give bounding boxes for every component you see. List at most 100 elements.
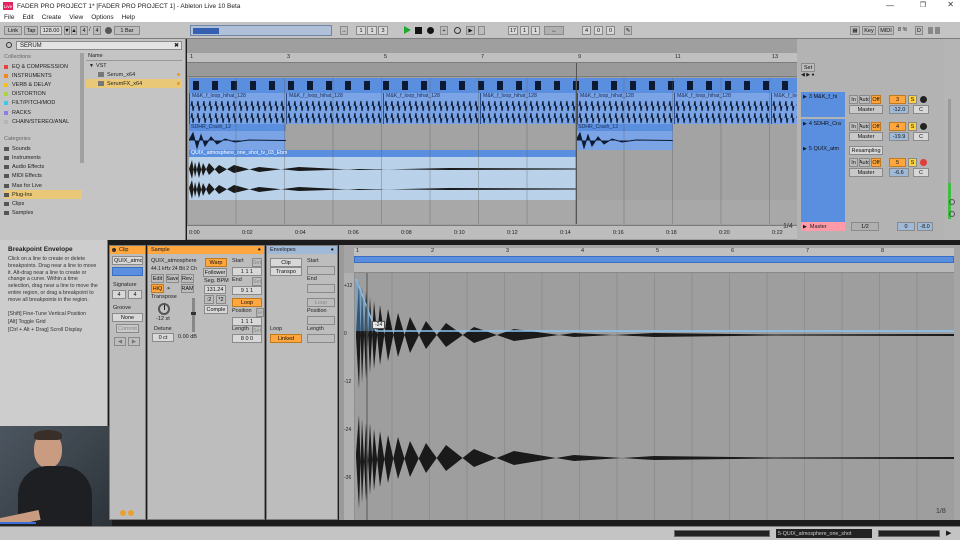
track-pan[interactable]: C (913, 132, 929, 141)
collection-item[interactable]: FILT/PITCH/MOD (4, 99, 82, 108)
track-output-select[interactable]: Master (849, 105, 883, 114)
punch-in-button[interactable] (478, 26, 485, 35)
quantize-menu[interactable]: 1 Bar (114, 26, 140, 35)
track-number-button[interactable]: 4 (889, 122, 906, 131)
track-output-select[interactable]: Master (849, 132, 883, 141)
track-title[interactable]: ▶ 4 SDHR_Cra (801, 119, 845, 144)
reverse-button[interactable]: Rev. (181, 274, 194, 283)
clip-sig-num[interactable]: 4 (112, 290, 126, 299)
env-close-icon[interactable]: ● (331, 246, 334, 254)
loop-length-bar[interactable]: 4 (582, 26, 591, 35)
scroll-icon[interactable] (949, 199, 955, 205)
restore-icon[interactable]: ❐ (920, 1, 926, 9)
loop-start-beat[interactable]: 1 (520, 26, 529, 35)
collection-item[interactable]: CHAIN/STEREO/ANAL (4, 117, 82, 126)
master-volume-2[interactable]: -8.0 (917, 222, 933, 231)
status-scroll[interactable] (878, 530, 940, 537)
master-name[interactable]: ▶ Master (801, 222, 845, 231)
status-track-name[interactable]: 5-QUIX_atmosphere_one_shot (776, 529, 872, 538)
metronome-icon[interactable] (105, 27, 112, 34)
groove-select[interactable]: None (112, 313, 143, 322)
link-button[interactable]: Link (4, 26, 22, 35)
end-field[interactable]: 9 1 1 (232, 286, 262, 295)
category-item[interactable]: Plug-Ins (4, 190, 82, 200)
position-field[interactable]: 1 1 1 (232, 317, 262, 326)
computer-midi-button[interactable]: ▦ (850, 26, 860, 35)
sig-denominator[interactable]: 4 (93, 26, 101, 35)
hihat-clip[interactable]: M&K_f_loop_hihat_128 (383, 93, 479, 124)
solo-button[interactable]: S (908, 122, 917, 131)
hihat-clip[interactable]: M&K_f_loop_hihat_128 (189, 93, 285, 124)
category-item[interactable]: Max for Live (4, 181, 82, 190)
set-button[interactable]: Set (801, 63, 815, 72)
gain-slider[interactable] (191, 298, 196, 332)
track-fold-icon[interactable]: ▶ (803, 146, 807, 152)
time-ruler[interactable]: 0:00 0:02 0:04 0:06 0:08 0:10 0:12 0:14 0:16 0:18… (187, 225, 797, 239)
half-tempo-button[interactable]: :2 (204, 295, 214, 304)
master-track[interactable]: ▶ Master 1/2 0 -8.0 (801, 222, 941, 231)
position-set-button[interactable]: Set (256, 308, 264, 317)
solo-button[interactable]: S (908, 95, 917, 104)
env-control-select[interactable]: Transpo (270, 267, 302, 276)
nudge-down-button[interactable]: ▼ (64, 26, 70, 35)
track-lane-hihat[interactable]: M&K_f_loop_hihat_128 M&K_f_loop_hihat_128… (187, 78, 797, 124)
loop-brace[interactable] (354, 256, 954, 263)
arm-icon[interactable] (920, 159, 927, 166)
hihat-clip[interactable]: M&K_f_loop_hihat_128 (577, 93, 673, 124)
minimize-icon[interactable]: — (886, 1, 894, 10)
bar-ruler[interactable]: 1 3 5 7 9 11 13 (187, 53, 797, 63)
category-item[interactable]: Audio Effects (4, 163, 82, 172)
loop-length-beat[interactable]: 0 (594, 26, 603, 35)
env-linked-button[interactable]: Linked (270, 334, 302, 343)
clip-name-field[interactable]: QUIX_atmos (112, 256, 143, 265)
search-input[interactable]: SERUM ✖ (16, 41, 182, 50)
category-item[interactable]: Instruments (4, 154, 82, 163)
collection-item[interactable]: EQ & COMPRESSION (4, 62, 82, 71)
tap-button[interactable]: Tap (24, 26, 38, 35)
track-fold-icon[interactable]: ▶ (803, 121, 807, 127)
start-field[interactable]: 1 1 1 (232, 267, 262, 276)
transpose-knob[interactable] (158, 303, 170, 315)
start-end-markers[interactable] (354, 263, 954, 273)
collection-item[interactable]: RACKS (4, 108, 82, 117)
follow-button[interactable]: → (340, 26, 348, 35)
monitor-auto-button[interactable]: Auto (859, 95, 870, 104)
monitor-auto-button[interactable]: Auto (859, 158, 870, 167)
collection-item[interactable]: INSTRUMENTS (4, 71, 82, 80)
ram-button[interactable]: RAM (181, 284, 194, 293)
track-title[interactable]: ▶ 5 QUIX_atm (801, 144, 845, 222)
tree-root-vst[interactable]: ▼ VST (86, 61, 182, 70)
atmos-clip[interactable]: QUIX_atmosphere_one_shot_tv_03_Ebm (189, 150, 576, 200)
edit-button[interactable]: Edit (151, 274, 164, 283)
track-title[interactable]: ▶ 3 M&K_f_hi (801, 92, 845, 117)
collection-item[interactable]: DISTORTION (4, 90, 82, 99)
close-icon[interactable]: ✕ (947, 0, 954, 9)
fade-icon[interactable]: ≁ (166, 285, 179, 292)
hihat-clip-row[interactable]: M&K_f_loop_hihat_128 M&K_f_loop_hihat_128… (189, 93, 797, 124)
track-header[interactable]: ▶ 4 SDHR_Cra In Auto Off Master 4 S -19.9 C (801, 119, 941, 144)
clip-view-icon-2[interactable] (128, 510, 134, 516)
overview-bar[interactable] (190, 25, 332, 36)
position-sixteenth[interactable]: 3 (378, 26, 388, 35)
draw-mode-button[interactable]: ✎ (624, 26, 632, 35)
category-item[interactable]: Samples (4, 209, 82, 218)
position-bar[interactable]: 1 (356, 26, 366, 35)
menu-view[interactable]: View (69, 14, 83, 21)
record-icon[interactable] (427, 27, 434, 34)
end-set-button[interactable]: Set (252, 277, 262, 286)
position-beat[interactable]: 1 (367, 26, 377, 35)
loop-button[interactable]: Loop (232, 298, 262, 307)
nudge-forward-button[interactable]: ▶ (128, 337, 140, 346)
start-set-button[interactable]: Set (252, 258, 262, 267)
menu-edit[interactable]: Edit (22, 14, 33, 21)
master-volume[interactable]: 0 (897, 222, 915, 231)
hihat-clip[interactable]: M&K_f_loop_hihat_128 (771, 93, 797, 124)
menu-create[interactable]: Create (42, 14, 62, 21)
env-length-field[interactable] (307, 334, 335, 343)
detune-field[interactable]: 0 ct (152, 333, 174, 342)
loop-start-bar[interactable]: 17 (508, 26, 518, 35)
env-position-field[interactable] (307, 316, 335, 325)
commit-button[interactable]: Commit (116, 324, 139, 333)
track-pan[interactable]: C (913, 105, 929, 114)
key-map-button[interactable]: Key (862, 26, 876, 35)
